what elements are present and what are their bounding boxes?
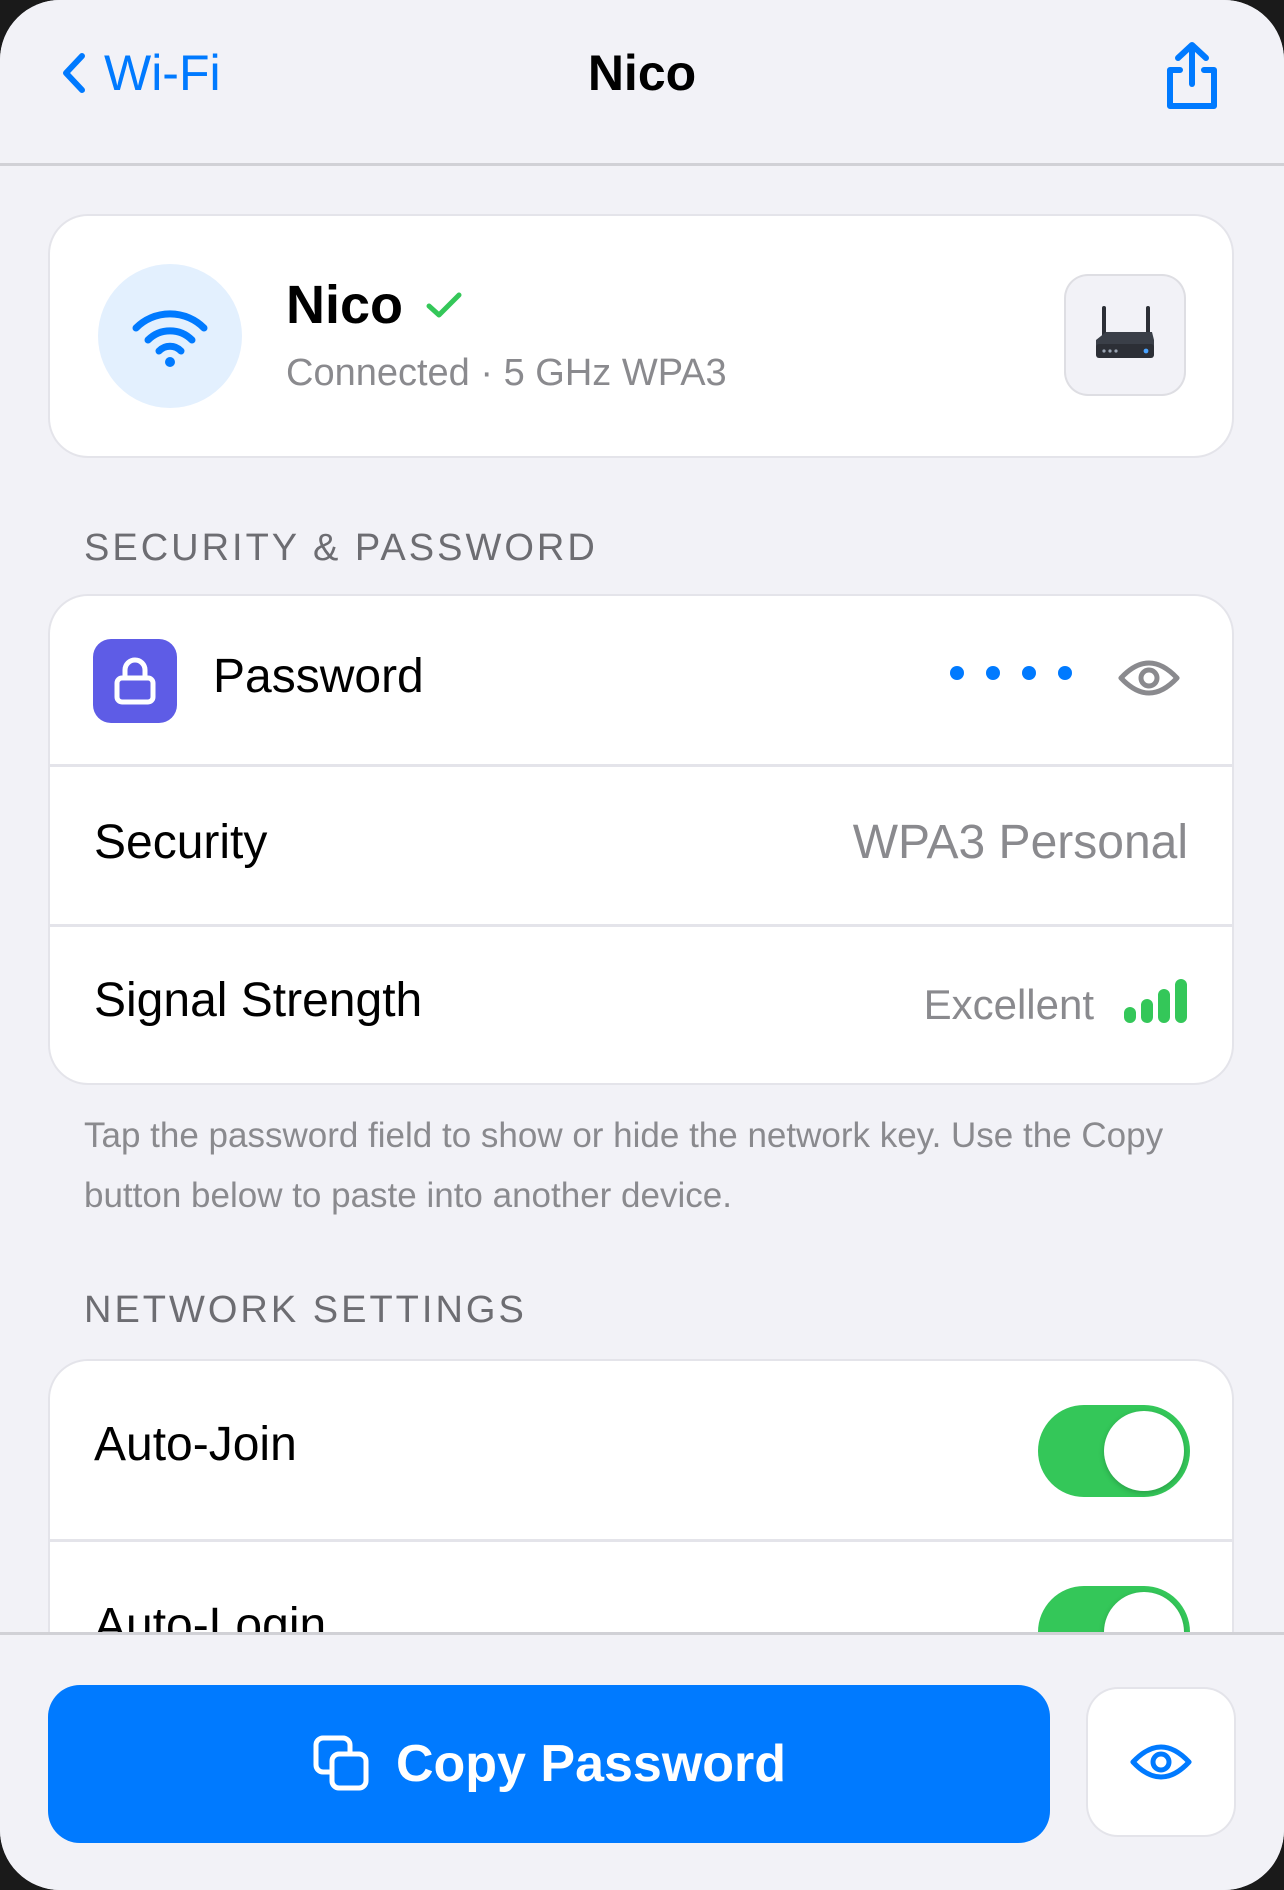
signal-row: Signal Strength Excellent — [50, 927, 1232, 1083]
bottom-action-bar: Copy Password — [0, 1632, 1284, 1890]
toggle-knob — [1104, 1411, 1184, 1491]
share-icon[interactable] — [1160, 40, 1224, 112]
signal-value: Excellent — [923, 981, 1094, 1028]
security-card: Password Security WPA3 Personal Signal S… — [50, 596, 1232, 1083]
auto-join-label: Auto-Join — [94, 1418, 297, 1471]
router-button[interactable] — [1066, 276, 1184, 394]
password-label: Password — [213, 650, 424, 703]
auto-join-row: Auto-Join — [50, 1361, 1232, 1539]
section-title-network: NETWORK SETTINGS — [84, 1289, 527, 1331]
security-value: WPA3 Personal — [852, 816, 1188, 869]
copy-icon — [313, 1735, 369, 1791]
security-label: Security — [94, 816, 268, 869]
lock-icon — [114, 657, 156, 705]
password-dots[interactable] — [950, 666, 1072, 680]
section-title-security: SECURITY & PASSWORD — [84, 527, 598, 569]
page-title: Nico — [587, 45, 697, 101]
signal-label: Signal Strength — [94, 974, 423, 1027]
copy-password-label: Copy Password — [395, 1735, 787, 1793]
navigation-bar: Wi-Fi Nico — [0, 0, 1284, 166]
network-name: Nico — [286, 275, 404, 335]
network-header-card: Nico Connected · 5 GHz WPA3 — [50, 216, 1232, 456]
wifi-icon — [132, 310, 208, 367]
password-dot — [1058, 666, 1072, 680]
wifi-badge — [98, 264, 242, 408]
eye-icon — [1130, 1744, 1192, 1780]
signal-bars-icon — [1124, 979, 1187, 1023]
eye-icon[interactable] — [1118, 656, 1180, 700]
router-icon — [1096, 306, 1154, 358]
password-dot — [1022, 666, 1036, 680]
screen: Wi-Fi Nico Nico Connected · 5 GHz WPA3 S… — [0, 0, 1284, 1890]
auto-join-toggle[interactable] — [1038, 1405, 1190, 1497]
checkmark-icon — [426, 292, 462, 318]
password-dot — [950, 666, 964, 680]
password-row[interactable]: Password — [50, 596, 1232, 764]
show-password-button[interactable] — [1088, 1689, 1234, 1835]
network-name-row: Nico — [286, 274, 463, 336]
copy-password-button[interactable]: Copy Password — [48, 1685, 1050, 1843]
security-row: Security WPA3 Personal — [50, 767, 1232, 924]
security-footnote: Tap the password field to show or hide t… — [84, 1116, 1164, 1215]
lock-tile — [93, 639, 177, 723]
network-status: Connected · 5 GHz WPA3 — [286, 352, 727, 394]
password-dot — [986, 666, 1000, 680]
